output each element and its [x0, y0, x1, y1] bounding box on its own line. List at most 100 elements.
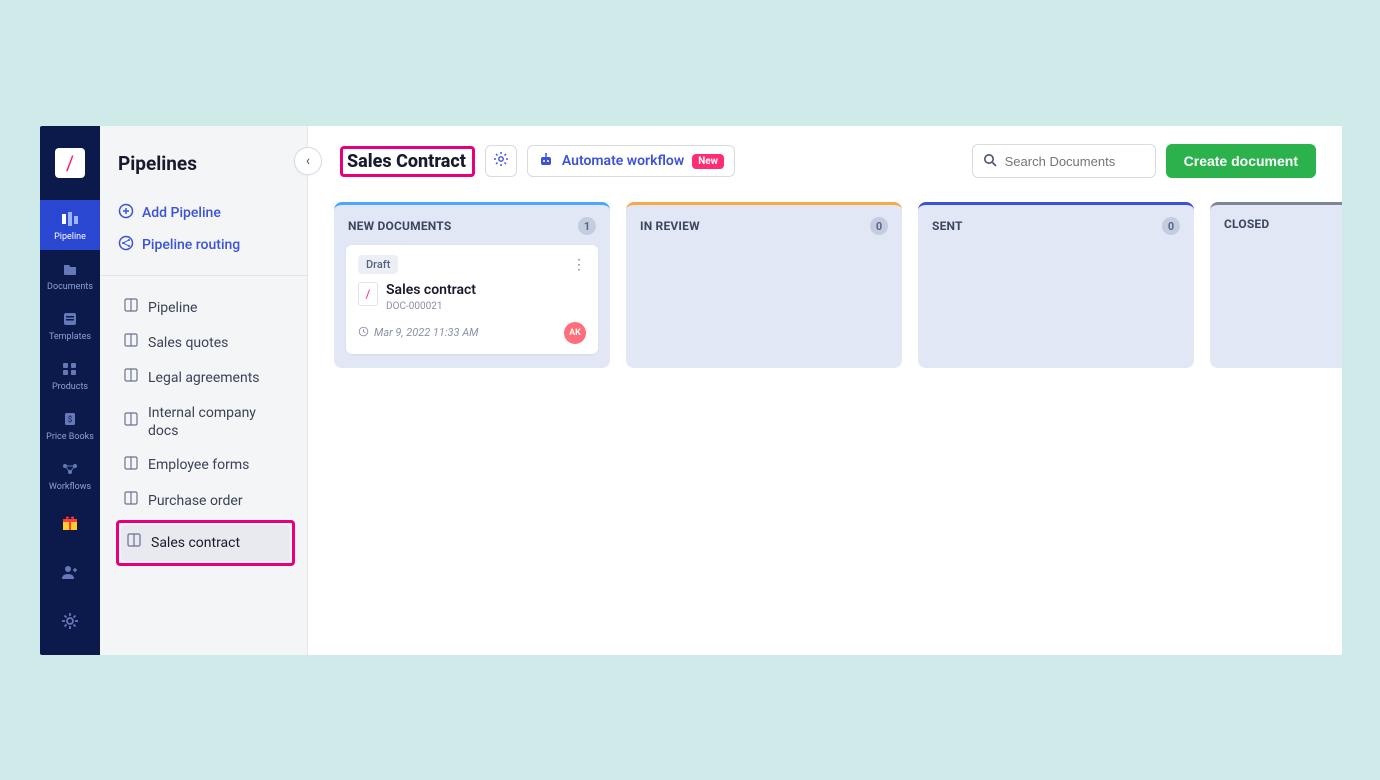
column-count: 0 — [1162, 217, 1180, 235]
board-icon — [124, 298, 138, 317]
board-icon — [124, 333, 138, 352]
rail-item-documents[interactable]: Documents — [40, 250, 100, 300]
rail-label: Products — [52, 382, 88, 392]
kanban-board: NEW DOCUMENTS 1 Draft ⋮ / — [308, 194, 1342, 388]
pipeline-icon — [61, 210, 79, 228]
search-input[interactable] — [1005, 154, 1145, 169]
add-user-icon — [61, 564, 79, 584]
sidebar-item-label: Employee forms — [148, 456, 249, 474]
robot-icon — [538, 152, 554, 171]
sidebar: Pipelines Add Pipeline Pipeline routing … — [100, 126, 308, 655]
rail-item-pipeline[interactable]: Pipeline — [40, 200, 100, 250]
column-header: IN REVIEW 0 — [626, 202, 902, 245]
rail-label: Price Books — [46, 432, 94, 442]
automate-label: Automate workflow — [562, 153, 684, 169]
add-pipeline-link[interactable]: Add Pipeline — [118, 197, 293, 229]
search-icon — [983, 152, 997, 171]
topbar: ‹ Sales Contract Automate workflow New — [308, 126, 1342, 194]
main-content: ‹ Sales Contract Automate workflow New — [308, 126, 1342, 655]
column-new-documents: NEW DOCUMENTS 1 Draft ⋮ / — [334, 202, 610, 368]
pricebooks-icon: $ — [61, 410, 79, 428]
templates-icon — [61, 310, 79, 328]
sidebar-item-label: Legal agreements — [148, 369, 260, 387]
rail-label: Pipeline — [54, 232, 86, 242]
board-icon — [124, 368, 138, 387]
column-count: 0 — [870, 217, 888, 235]
page-title-text: Sales Contract — [347, 151, 466, 172]
column-closed: CLOSED — [1210, 202, 1342, 368]
rail-item-templates[interactable]: Templates — [40, 300, 100, 350]
clock-icon — [358, 326, 369, 340]
pipeline-routing-link[interactable]: Pipeline routing — [118, 229, 293, 261]
gift-icon — [61, 514, 79, 536]
sidebar-item-label: Sales quotes — [148, 334, 228, 352]
rail-label: Workflows — [49, 482, 91, 492]
rail-item-gift[interactable] — [40, 500, 100, 550]
sidebar-item-sales-contract[interactable]: Sales contract — [121, 525, 290, 560]
gear-icon — [493, 151, 509, 171]
sidebar-item-label: Pipeline — [148, 299, 198, 317]
card-doc-id: DOC-000021 — [386, 301, 476, 312]
board-icon — [127, 533, 141, 552]
settings-button[interactable] — [485, 145, 517, 177]
kebab-icon: ⋮ — [572, 257, 586, 273]
column-title: CLOSED — [1224, 217, 1269, 231]
sidebar-divider — [100, 275, 307, 276]
column-sent: SENT 0 — [918, 202, 1194, 368]
card-timestamp: Mar 9, 2022 11:33 AM — [358, 326, 479, 340]
board-icon — [124, 456, 138, 475]
app-logo-icon[interactable]: / — [55, 148, 85, 178]
add-pipeline-label: Add Pipeline — [142, 205, 221, 221]
column-title: SENT — [932, 219, 963, 233]
rail-item-invite[interactable] — [40, 550, 100, 598]
pipeline-routing-label: Pipeline routing — [142, 237, 240, 253]
settings-gear-icon — [61, 612, 79, 634]
column-count: 1 — [578, 217, 596, 235]
board-icon — [124, 412, 138, 431]
status-badge: Draft — [358, 255, 398, 274]
rail-item-products[interactable]: Products — [40, 350, 100, 400]
chevron-left-icon: ‹ — [306, 153, 310, 169]
documents-icon — [61, 260, 79, 278]
rail-item-workflows[interactable]: Workflows — [40, 450, 100, 500]
workflows-icon — [61, 460, 79, 478]
app-frame: / Pipeline Documents Templates Products — [40, 126, 1342, 655]
rail-label: Documents — [47, 282, 93, 292]
sidebar-item-employee-forms[interactable]: Employee forms — [118, 448, 293, 483]
column-in-review: IN REVIEW 0 — [626, 202, 902, 368]
sidebar-item-purchase-order[interactable]: Purchase order — [118, 483, 293, 518]
svg-text:$: $ — [68, 415, 73, 424]
create-document-button[interactable]: Create document — [1166, 144, 1316, 178]
rail-label: Templates — [49, 332, 91, 342]
document-icon: / — [358, 282, 378, 306]
board-icon — [124, 491, 138, 510]
avatar: AK — [564, 322, 586, 344]
plus-circle-icon — [118, 203, 134, 223]
search-documents[interactable] — [972, 144, 1156, 178]
back-button[interactable]: ‹ — [294, 147, 322, 175]
sidebar-item-sales-quotes[interactable]: Sales quotes — [118, 325, 293, 360]
document-card[interactable]: Draft ⋮ / Sales contract DOC-000021 — [346, 245, 598, 354]
highlight-annotation: Sales contract — [116, 520, 295, 565]
column-title: IN REVIEW — [640, 219, 700, 233]
sidebar-title: Pipelines — [118, 152, 293, 175]
products-icon — [61, 360, 79, 378]
sidebar-item-legal-agreements[interactable]: Legal agreements — [118, 360, 293, 395]
sidebar-item-internal-docs[interactable]: Internal company docs — [118, 396, 293, 448]
new-badge: New — [692, 154, 724, 169]
rail-item-settings[interactable] — [40, 598, 100, 648]
timestamp-text: Mar 9, 2022 11:33 AM — [374, 326, 479, 339]
column-header: NEW DOCUMENTS 1 — [334, 202, 610, 245]
sidebar-item-label: Purchase order — [148, 492, 243, 510]
column-title: NEW DOCUMENTS — [348, 219, 451, 233]
rail-item-pricebooks[interactable]: $ Price Books — [40, 400, 100, 450]
column-header: SENT 0 — [918, 202, 1194, 245]
automate-workflow-button[interactable]: Automate workflow New — [527, 145, 735, 177]
sidebar-item-pipeline[interactable]: Pipeline — [118, 290, 293, 325]
icon-rail: / Pipeline Documents Templates Products — [40, 126, 100, 655]
card-menu-button[interactable]: ⋮ — [572, 257, 586, 273]
sidebar-item-label: Internal company docs — [148, 404, 287, 440]
sidebar-item-label: Sales contract — [151, 534, 240, 552]
routing-icon — [118, 235, 134, 255]
card-title: Sales contract — [386, 282, 476, 299]
